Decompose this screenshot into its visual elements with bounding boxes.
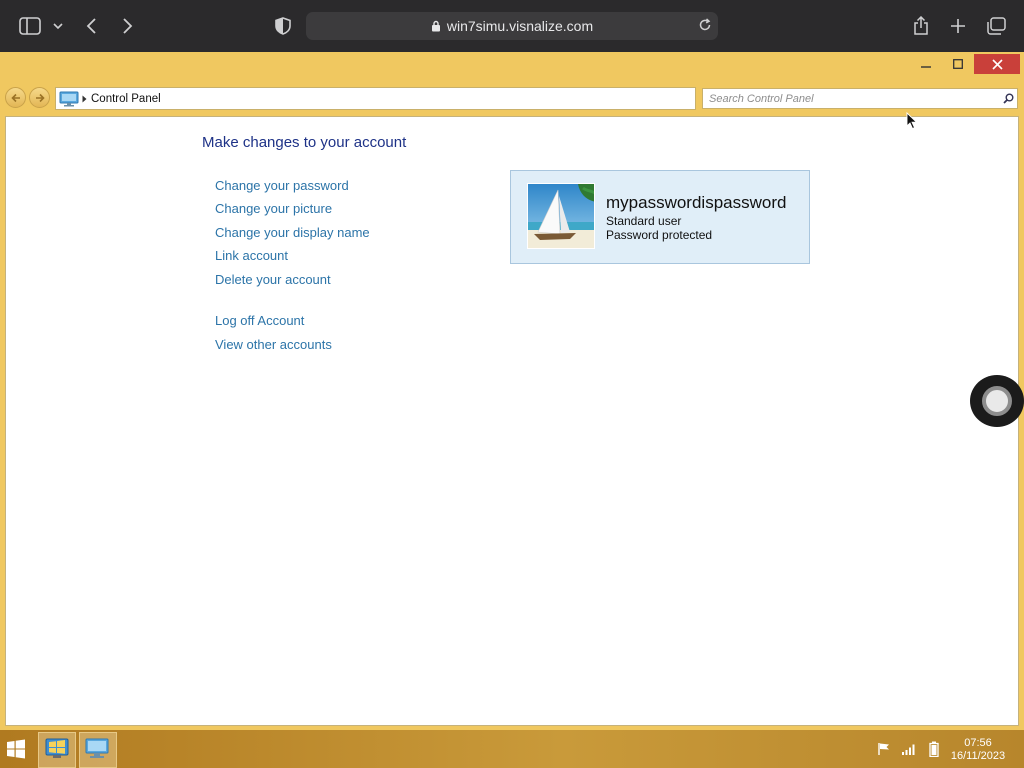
assistive-touch-button[interactable] [970, 375, 1024, 427]
search-input[interactable]: Search Control Panel [702, 88, 1018, 109]
breadcrumb-arrow-icon[interactable] [82, 95, 87, 103]
content-pane: Make changes to your account Change your… [5, 116, 1019, 726]
change-picture-link[interactable]: Change your picture [215, 200, 370, 223]
account-picture[interactable] [527, 183, 595, 249]
change-display-name-link[interactable]: Change your display name [215, 224, 370, 247]
task-links: Change your password Change your picture… [215, 177, 370, 359]
search-icon[interactable] [999, 93, 1017, 104]
control-panel-icon [59, 91, 81, 107]
log-off-link[interactable]: Log off Account [215, 312, 370, 335]
taskbar-app-control-panel[interactable] [79, 732, 117, 768]
lock-icon [431, 20, 441, 32]
taskbar-app-explorer[interactable] [38, 732, 76, 768]
search-placeholder: Search Control Panel [709, 92, 814, 105]
change-password-link[interactable]: Change your password [215, 177, 370, 200]
privacy-shield-icon[interactable] [271, 14, 295, 38]
clock-time: 07:56 [964, 737, 992, 749]
account-card: mypasswordispassword Standard user Passw… [510, 170, 810, 264]
page-title: Make changes to your account [202, 134, 407, 151]
browser-toolbar: win7simu.visnalize.com [0, 0, 1024, 52]
account-name: mypasswordispassword [606, 193, 787, 212]
sidebar-toggle-icon[interactable] [18, 14, 42, 38]
account-status: Password protected [606, 228, 713, 242]
control-panel-taskbar-icon [84, 736, 112, 765]
back-icon[interactable] [80, 14, 104, 38]
url-bar[interactable]: win7simu.visnalize.com [306, 12, 718, 40]
minimize-button[interactable] [910, 54, 942, 74]
action-center-flag-icon[interactable] [875, 741, 893, 757]
explorer-icon [44, 736, 70, 765]
cursor-icon [906, 111, 918, 135]
new-tab-icon[interactable] [946, 14, 970, 38]
network-signal-icon[interactable] [900, 741, 918, 757]
account-type: Standard user [606, 214, 682, 228]
view-other-accounts-link[interactable]: View other accounts [215, 336, 370, 359]
link-account-link[interactable]: Link account [215, 247, 370, 270]
tab-overview-icon[interactable] [984, 14, 1008, 38]
breadcrumb[interactable]: Control Panel [91, 93, 161, 105]
battery-icon[interactable] [925, 741, 943, 757]
start-button[interactable] [6, 739, 26, 759]
navigation-bar: Control Panel Search Control Panel [0, 86, 1024, 110]
back-button[interactable] [5, 87, 26, 108]
url-text: win7simu.visnalize.com [446, 18, 594, 34]
delete-account-link[interactable]: Delete your account [215, 271, 370, 294]
address-bar[interactable]: Control Panel [55, 87, 696, 110]
forward-icon[interactable] [115, 14, 139, 38]
link-spacer [215, 294, 370, 313]
share-icon[interactable] [909, 14, 933, 38]
chevron-down-icon[interactable] [48, 14, 68, 38]
system-clock[interactable]: 07:56 16/11/2023 [947, 737, 1009, 763]
control-panel-window: Control Panel Search Control Panel Make … [0, 52, 1024, 730]
assistive-touch-icon [982, 386, 1012, 416]
maximize-button[interactable] [942, 54, 974, 74]
forward-button[interactable] [29, 87, 50, 108]
window-controls [910, 54, 1020, 74]
taskbar: 07:56 16/11/2023 [0, 730, 1024, 768]
close-button[interactable] [974, 54, 1020, 74]
reload-icon[interactable] [698, 18, 712, 32]
clock-date: 16/11/2023 [950, 750, 1006, 762]
